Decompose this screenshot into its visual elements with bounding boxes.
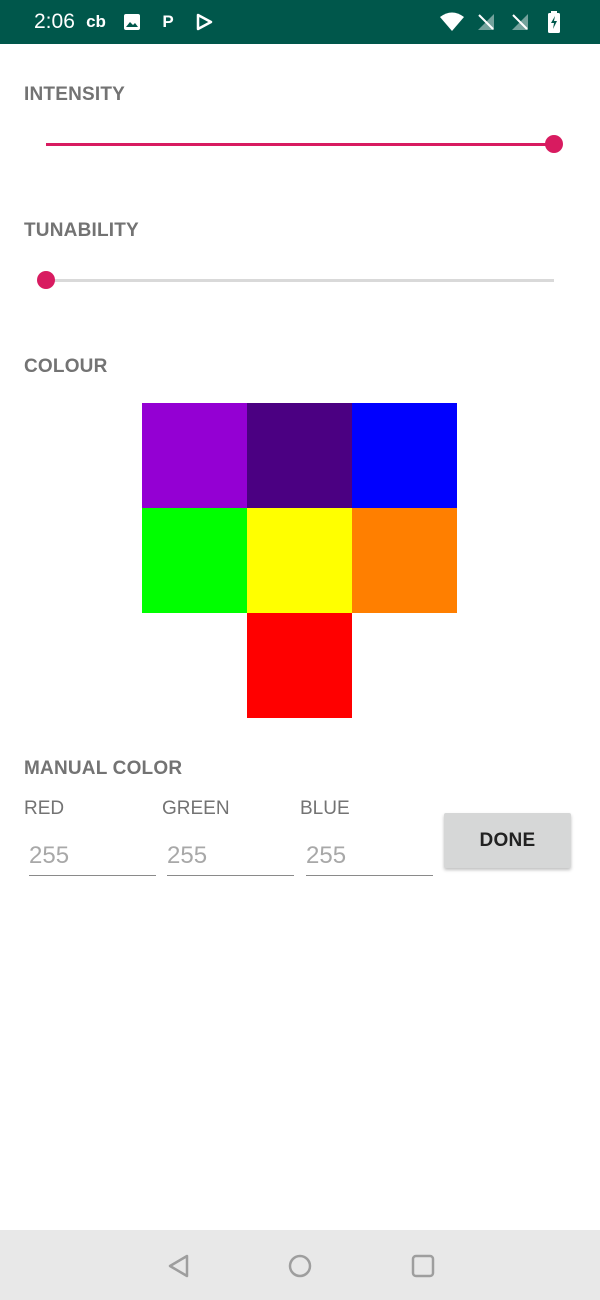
status-bar: 2:06 cb P	[0, 0, 600, 44]
swatch-orange[interactable]	[352, 508, 457, 613]
image-icon	[120, 11, 144, 33]
swatch-blue[interactable]	[352, 403, 457, 508]
tunability-slider-thumb[interactable]	[37, 271, 55, 289]
p-app-icon: P	[162, 12, 174, 31]
navigation-bar	[0, 1230, 600, 1300]
blue-label: BLUE	[300, 798, 350, 819]
back-icon[interactable]	[164, 1252, 192, 1280]
red-label: RED	[24, 798, 65, 819]
colour-label: COLOUR	[24, 356, 108, 377]
system-status-icons	[440, 11, 566, 33]
manual-color-label: MANUAL COLOR	[24, 758, 183, 779]
green-input[interactable]	[167, 836, 294, 876]
intensity-slider[interactable]	[46, 132, 563, 156]
swatch-violet[interactable]	[142, 403, 247, 508]
signal-off-icon	[508, 11, 532, 33]
intensity-slider-thumb[interactable]	[545, 135, 563, 153]
green-label: GREEN	[162, 798, 230, 819]
battery-charging-icon	[542, 11, 566, 33]
status-time: 2:06	[34, 10, 75, 33]
tunability-label: TUNABILITY	[24, 220, 139, 241]
swatch-yellow[interactable]	[247, 508, 352, 613]
recents-icon[interactable]	[409, 1252, 437, 1280]
signal-off-icon	[474, 11, 498, 33]
swatch-red[interactable]	[247, 613, 352, 718]
cb-app-icon: cb	[86, 12, 106, 31]
tunability-slider-track	[46, 279, 554, 282]
intensity-label: INTENSITY	[24, 84, 126, 105]
home-icon[interactable]	[286, 1252, 314, 1280]
red-input[interactable]	[29, 836, 156, 876]
done-button[interactable]: DONE	[444, 813, 571, 868]
notification-icons: cb P	[84, 11, 216, 33]
swatch-indigo[interactable]	[247, 403, 352, 508]
play-store-icon	[192, 11, 216, 33]
wifi-icon	[440, 11, 464, 33]
blue-input[interactable]	[306, 836, 433, 876]
swatch-green[interactable]	[142, 508, 247, 613]
tunability-slider[interactable]	[37, 268, 554, 292]
intensity-slider-fill	[46, 143, 554, 146]
